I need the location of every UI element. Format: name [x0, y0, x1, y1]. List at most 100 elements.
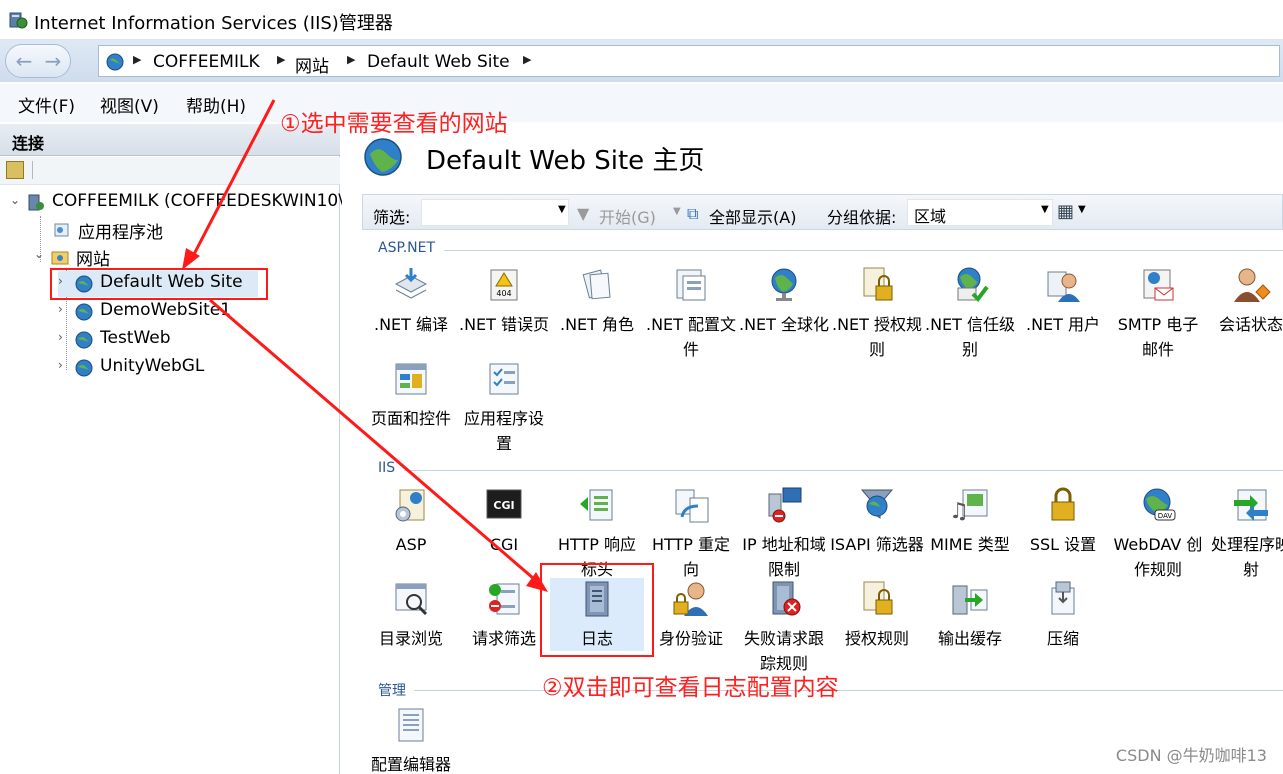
feature-http-redirect[interactable]: HTTP 重定向	[644, 484, 738, 582]
feature-directory-browsing[interactable]: 目录浏览	[364, 578, 458, 651]
dropdown-caret-icon[interactable]: ▼	[558, 204, 566, 215]
feature-dotnet-authorization[interactable]: .NET 授权规则	[830, 264, 924, 362]
feature-dotnet-profile[interactable]: .NET 配置文件	[644, 264, 738, 362]
output-caching-icon	[952, 585, 988, 615]
dropdown-caret-icon[interactable]: ▼	[1041, 204, 1049, 215]
feature-dotnet-error-pages[interactable]: 404 .NET 错误页	[457, 264, 551, 337]
collapse-chevron-icon[interactable]: ⌄	[10, 193, 22, 207]
breadcrumb-site[interactable]: Default Web Site	[367, 52, 510, 72]
feature-output-caching[interactable]: 输出缓存	[923, 578, 1017, 651]
asp-icon	[395, 489, 425, 522]
feature-label: .NET 信任级别	[924, 315, 1016, 359]
breadcrumb-separator-icon[interactable]: ▶	[347, 53, 355, 66]
start-filter-button[interactable]: 开始(G)	[599, 204, 656, 228]
tree-site-item[interactable]: › TestWeb	[58, 327, 278, 353]
funnel-icon: ▼	[577, 204, 590, 223]
feature-dotnet-compilation[interactable]: .NET 编译	[364, 264, 458, 337]
authorization-rules-icon	[863, 581, 893, 615]
tree-server-node[interactable]: ⌄ COFFEEMILK (COFFEEDESKWIN10\	[10, 190, 344, 216]
iis-app-icon	[9, 12, 28, 29]
feature-request-filtering[interactable]: 请求筛选	[457, 578, 551, 651]
tree-sites-node[interactable]: ⌄ 网站	[34, 244, 334, 270]
show-all-button[interactable]: 全部显示(A)	[709, 204, 796, 228]
collapse-chevron-icon[interactable]: ⌄	[34, 247, 46, 261]
section-title-iis: IIS	[378, 460, 396, 476]
menu-view[interactable]: 视图(V)	[100, 92, 159, 117]
menu-file[interactable]: 文件(F)	[18, 92, 75, 117]
feature-webdav[interactable]: DAV WebDAV 创作规则	[1111, 484, 1205, 582]
forward-arrow-icon[interactable]: →	[38, 49, 68, 73]
feature-asp[interactable]: ASP	[364, 484, 458, 557]
breadcrumb[interactable]: ▶ COFFEEMILK ▶ 网站 ▶ Default Web Site ▶	[98, 45, 1280, 77]
feature-handler-mappings[interactable]: 处理程序映射	[1204, 484, 1283, 582]
feature-authorization-rules[interactable]: 授权规则	[830, 578, 924, 651]
dotnet-authorization-icon	[863, 267, 893, 301]
feature-failed-request-tracing[interactable]: 失败请求跟踪规则	[737, 578, 831, 676]
globe-icon	[106, 53, 124, 71]
feature-cgi[interactable]: CGI CGI	[457, 484, 551, 557]
feature-label: 配置编辑器	[370, 755, 451, 774]
app-settings-icon	[489, 363, 519, 395]
config-editor-icon	[398, 708, 424, 742]
breadcrumb-sites[interactable]: 网站	[295, 52, 329, 77]
http-redirect-icon	[675, 489, 709, 523]
feature-label: 身份验证	[658, 629, 723, 648]
feature-session-state[interactable]: 会话状态	[1204, 264, 1283, 337]
feature-dotnet-roles[interactable]: .NET 角色	[550, 264, 644, 337]
server-icon	[28, 194, 44, 211]
feature-config-editor[interactable]: 配置编辑器	[364, 704, 458, 774]
breadcrumb-separator-icon[interactable]: ▶	[133, 53, 141, 66]
handler-mappings-icon	[1234, 489, 1268, 521]
group-by-label: 分组依据:	[827, 208, 897, 227]
tree-app-pools-node[interactable]: 应用程序池	[34, 217, 334, 243]
menu-help[interactable]: 帮助(H)	[186, 92, 246, 117]
folder-globe-icon	[51, 251, 69, 265]
feature-isapi-filters[interactable]: ISAPI 筛选器	[830, 484, 924, 557]
feature-smtp[interactable]: SMTP 电子邮件	[1111, 264, 1205, 362]
tree-site-label: UnityWebGL	[100, 356, 205, 376]
feature-dotnet-users[interactable]: .NET 用户	[1016, 264, 1110, 337]
new-connection-icon[interactable]	[6, 161, 24, 179]
isapi-filters-icon	[860, 489, 894, 519]
expand-chevron-icon[interactable]: ›	[58, 330, 70, 344]
feature-authentication[interactable]: 身份验证	[644, 578, 738, 651]
feature-label: .NET 角色	[559, 315, 635, 334]
feature-ssl-settings[interactable]: SSL 设置	[1016, 484, 1110, 557]
feature-dotnet-trust[interactable]: .NET 信任级别	[923, 264, 1017, 362]
title-bar: Internet Information Services (IIS)管理器	[0, 0, 1283, 40]
app-pools-icon	[54, 223, 69, 237]
feature-app-settings[interactable]: 应用程序设置	[457, 358, 551, 456]
filter-bar: 筛选: ▼ ▼ 开始(G) ▼ ⧉ 全部显示(A) 分组依据: 区域 ▼ ▦ ▼	[362, 194, 1283, 230]
dropdown-caret-icon[interactable]: ▼	[673, 206, 681, 217]
feature-label: 输出缓存	[937, 629, 1002, 648]
feature-compression[interactable]: 压缩	[1016, 578, 1110, 651]
globe-icon	[75, 359, 93, 377]
tree-site-item[interactable]: › UnityWebGL	[58, 355, 278, 381]
filter-input[interactable]	[421, 199, 569, 226]
expand-chevron-icon[interactable]: ›	[58, 358, 70, 372]
breadcrumb-separator-icon[interactable]: ▶	[523, 53, 531, 66]
feature-label: .NET 授权规则	[831, 315, 923, 359]
back-arrow-icon[interactable]: ←	[9, 49, 39, 73]
tree-site-item[interactable]: › DemoWebSite1	[58, 299, 278, 325]
breadcrumb-server[interactable]: COFFEEMILK	[153, 52, 260, 72]
section-title-aspnet: ASP.NET	[378, 240, 436, 256]
section-divider	[444, 250, 1283, 251]
group-by-select[interactable]: 区域	[907, 199, 1053, 226]
feature-label: SSL 设置	[1029, 535, 1097, 554]
annotation-step1: ①选中需要查看的网站	[280, 111, 508, 137]
svg-text:404: 404	[496, 289, 511, 298]
breadcrumb-separator-icon[interactable]: ▶	[277, 53, 285, 66]
feature-ip-restrictions[interactable]: IP 地址和域限制	[737, 484, 831, 582]
view-mode-icon[interactable]: ▦	[1057, 201, 1074, 222]
feature-pages-controls[interactable]: 页面和控件	[364, 358, 458, 431]
pages-controls-icon	[395, 363, 427, 395]
feature-dotnet-globalization[interactable]: .NET 全球化	[737, 264, 831, 337]
globe-icon	[75, 303, 93, 321]
ssl-settings-icon	[1051, 487, 1075, 521]
connections-pane: 连接 ⌄ COFFEEMILK (COFFEEDESKWIN10\ 应用程序池 …	[0, 124, 344, 774]
failed-request-tracing-icon	[772, 581, 801, 616]
feature-mime-types[interactable]: ♫ MIME 类型	[923, 484, 1017, 557]
expand-chevron-icon[interactable]: ›	[58, 302, 70, 316]
dropdown-caret-icon[interactable]: ▼	[1078, 204, 1086, 215]
